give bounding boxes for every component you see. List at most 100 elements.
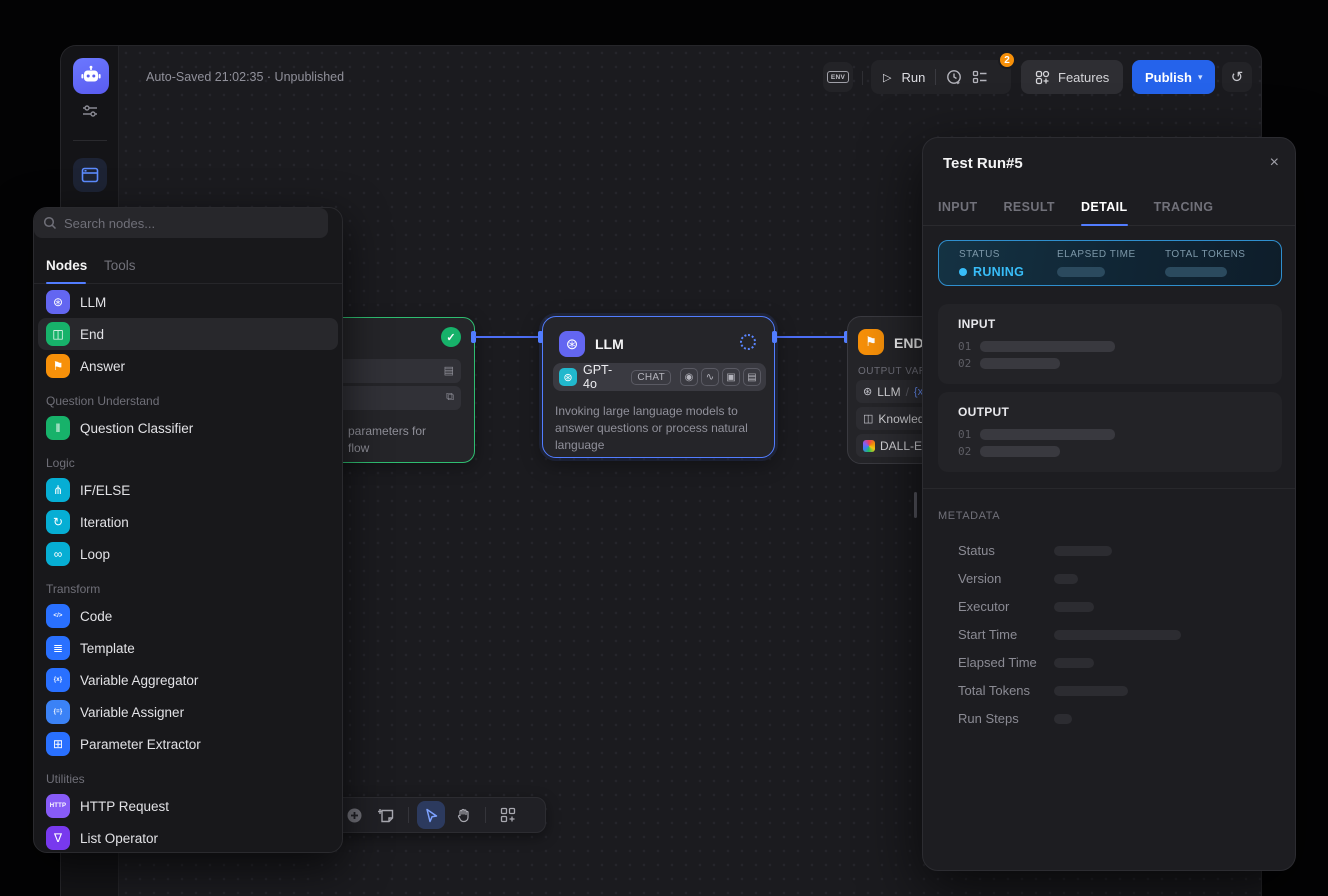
metadata-row-run-steps: Run Steps bbox=[958, 711, 1072, 726]
node-type-icon-end: ◫ bbox=[46, 322, 70, 346]
document-icon: ▤ bbox=[743, 368, 761, 386]
node-input-handle[interactable] bbox=[538, 331, 543, 343]
node-item-label: LLM bbox=[80, 295, 106, 310]
node-item-http-request[interactable]: HTTPHTTP Request bbox=[38, 790, 338, 822]
skeleton-bar bbox=[1054, 574, 1078, 584]
add-node-button[interactable] bbox=[340, 801, 368, 829]
tab-nodes[interactable]: Nodes bbox=[46, 258, 87, 273]
io-card-output: OUTPUT0102 bbox=[938, 392, 1282, 472]
history-icon: ↺ bbox=[1231, 68, 1244, 86]
node-item-label: Parameter Extractor bbox=[80, 737, 201, 752]
line-number: 02 bbox=[958, 445, 971, 458]
node-item-end[interactable]: ◫ End bbox=[38, 318, 338, 350]
metadata-row-elapsed-time: Elapsed Time bbox=[958, 655, 1094, 670]
tab-detail[interactable]: DETAIL bbox=[1081, 188, 1128, 225]
skeleton-bar bbox=[1054, 602, 1094, 612]
node-type-icon-loop: ∞ bbox=[46, 542, 70, 566]
hand-tool-button[interactable] bbox=[449, 801, 477, 829]
node-type-icon-variable-assigner: {=} bbox=[46, 700, 70, 724]
llm-node-icon: ⊛ bbox=[559, 331, 585, 357]
edge-start-to-llm bbox=[475, 336, 542, 338]
active-tab-underline bbox=[46, 282, 86, 284]
metadata-label: Start Time bbox=[958, 627, 1054, 642]
search-input[interactable]: Search nodes... bbox=[34, 208, 328, 238]
node-item-template[interactable]: ≣Template bbox=[38, 632, 338, 664]
node-item-loop[interactable]: ∞ Loop bbox=[38, 538, 338, 570]
node-item-label: Iteration bbox=[80, 515, 129, 530]
organize-nodes-button[interactable] bbox=[494, 801, 522, 829]
node-type-icon-http-request: HTTP bbox=[46, 794, 70, 818]
tab-result[interactable]: RESULT bbox=[1004, 188, 1055, 225]
node-item-label: Variable Assigner bbox=[80, 705, 184, 720]
status-dot-icon bbox=[959, 268, 967, 276]
skeleton-bar bbox=[980, 429, 1115, 440]
io-line: 02 bbox=[958, 445, 1060, 458]
node-type-icon-code: </> bbox=[46, 604, 70, 628]
features-icon bbox=[1035, 70, 1050, 85]
preview-window-button[interactable] bbox=[73, 158, 107, 192]
autosave-status: Auto-Saved 21:02:35 · Unpublished bbox=[146, 70, 344, 84]
version-history-button[interactable]: ↺ bbox=[1222, 62, 1252, 92]
node-item-variable-assigner[interactable]: {=} Variable Assigner bbox=[38, 696, 338, 728]
panel-resize-handle[interactable] bbox=[914, 492, 917, 518]
tab-tools[interactable]: Tools bbox=[104, 258, 136, 273]
sliders-icon[interactable] bbox=[82, 103, 98, 119]
total-tokens-label: TOTAL TOKENS bbox=[1165, 249, 1245, 260]
knowledge-icon: ◫ bbox=[863, 412, 873, 425]
metadata-label: Run Steps bbox=[958, 711, 1054, 726]
skeleton-bar bbox=[1054, 658, 1094, 668]
node-output-handle[interactable] bbox=[772, 331, 777, 343]
chevron-down-icon: ▾ bbox=[1198, 72, 1203, 83]
node-type-icon-if-else: ⋔ bbox=[46, 478, 70, 502]
pointer-tool-button[interactable] bbox=[417, 801, 445, 829]
variable-label: LLM bbox=[877, 385, 900, 399]
features-label: Features bbox=[1058, 70, 1109, 85]
topbar-divider bbox=[862, 71, 863, 85]
openai-model-icon: ⊛ bbox=[559, 368, 577, 386]
tab-input[interactable]: INPUT bbox=[938, 188, 978, 225]
end-node-title: END bbox=[894, 335, 924, 351]
node-item-list-operator[interactable]: ∇List Operator bbox=[38, 822, 338, 853]
play-icon: ▷ bbox=[883, 71, 891, 84]
node-item-answer[interactable]: ⚑Answer bbox=[38, 350, 338, 382]
toolbar-divider bbox=[408, 807, 409, 823]
node-item-llm[interactable]: ⊛LLM bbox=[38, 286, 338, 318]
tab-tracing[interactable]: TRACING bbox=[1154, 188, 1214, 225]
node-item-label: End bbox=[80, 327, 104, 342]
run-button-group: ▷ Run bbox=[871, 60, 1011, 94]
checklist-icon[interactable] bbox=[972, 69, 988, 85]
node-group-label: Question Understand bbox=[34, 382, 342, 412]
node-type-icon-list-operator: ∇ bbox=[46, 826, 70, 850]
io-card-title: OUTPUT bbox=[958, 405, 1009, 419]
close-icon[interactable]: × bbox=[1270, 154, 1279, 172]
model-selector[interactable]: ⊛ GPT-4o CHAT ◉∿▣▤ bbox=[553, 363, 766, 391]
add-note-button[interactable] bbox=[372, 801, 400, 829]
skeleton-bar bbox=[1054, 686, 1128, 696]
publish-button[interactable]: Publish ▾ bbox=[1132, 60, 1215, 94]
node-item-iteration[interactable]: ↻Iteration bbox=[38, 506, 338, 538]
toolbar-divider bbox=[485, 807, 486, 823]
env-button[interactable]: ENV bbox=[823, 62, 853, 92]
copy-icon: ⧉ bbox=[446, 391, 454, 404]
loading-spinner-icon bbox=[740, 334, 756, 350]
dalle-icon bbox=[863, 440, 875, 452]
skeleton-bar bbox=[1054, 630, 1181, 640]
node-item-question-classifier[interactable]: ‖Question Classifier bbox=[38, 412, 338, 444]
node-item-variable-aggregator[interactable]: {x}Variable Aggregator bbox=[38, 664, 338, 696]
metadata-label: Status bbox=[958, 543, 1054, 558]
node-type-icon-answer: ⚑ bbox=[46, 354, 70, 378]
features-button[interactable]: Features bbox=[1021, 60, 1123, 94]
node-item-parameter-extractor[interactable]: ⊞Parameter Extractor bbox=[38, 728, 338, 760]
run-history-clock-icon[interactable] bbox=[946, 69, 962, 85]
node-item-if-else[interactable]: ⋔IF/ELSE bbox=[38, 474, 338, 506]
metadata-label: Total Tokens bbox=[958, 683, 1054, 698]
node-item-label: Loop bbox=[80, 547, 110, 562]
node-type-icon-variable-aggregator: {x} bbox=[46, 668, 70, 692]
llm-node[interactable]: ⊛ LLM ⊛ GPT-4o CHAT ◉∿▣▤ Invoking large … bbox=[542, 316, 775, 458]
node-item-code[interactable]: </>Code bbox=[38, 600, 338, 632]
app-logo-robot-icon[interactable] bbox=[73, 58, 109, 94]
io-card-title: INPUT bbox=[958, 317, 996, 331]
run-button[interactable]: Run bbox=[901, 70, 925, 85]
model-name: GPT-4o bbox=[583, 363, 625, 391]
separator: / bbox=[906, 385, 909, 399]
